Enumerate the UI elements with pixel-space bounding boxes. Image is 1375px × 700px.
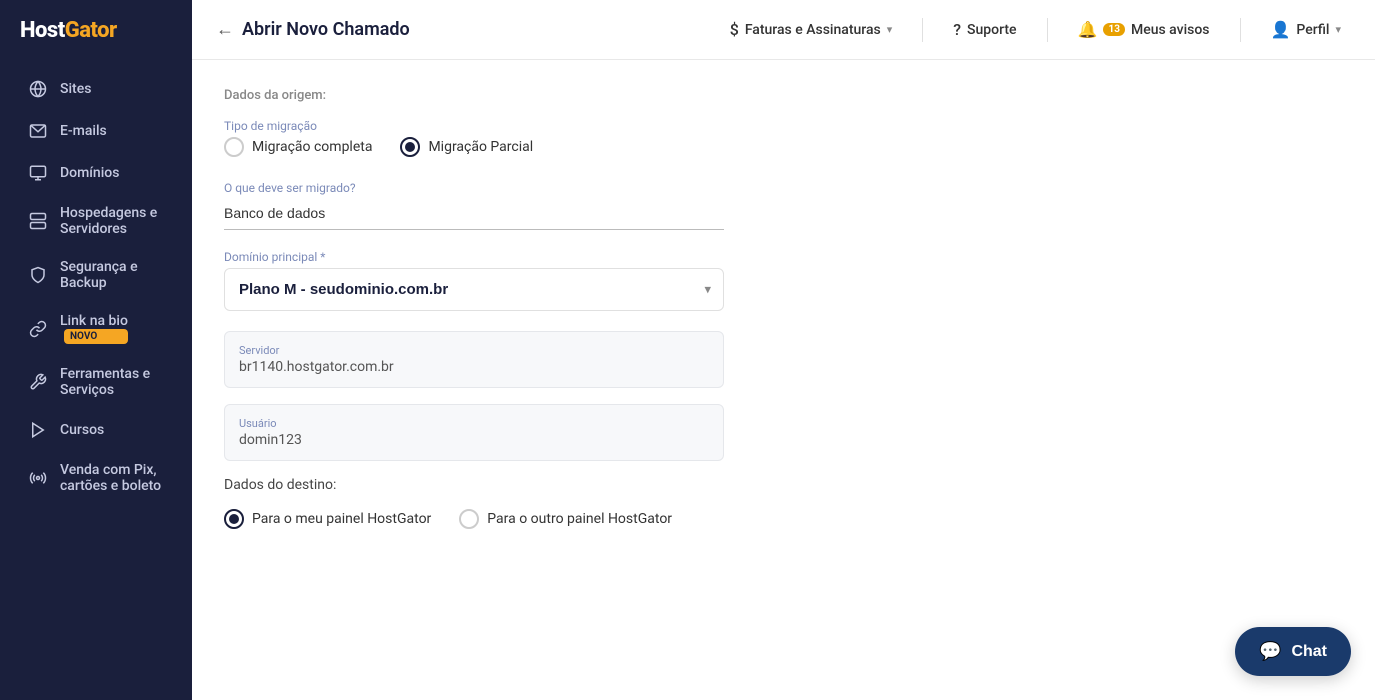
radio-outro-painel-outer <box>459 509 479 529</box>
radio-meu-painel[interactable]: Para o meu painel HostGator <box>224 509 431 529</box>
back-button[interactable]: ← Abrir Novo Chamado <box>216 19 410 40</box>
section-destino-title: Dados do destino: <box>224 477 1343 493</box>
radio-meu-painel-outer <box>224 509 244 529</box>
chat-button[interactable]: 💬 Chat <box>1235 627 1351 676</box>
sidebar-item-label2: Serviços <box>60 382 150 398</box>
sidebar-item-label: Hospedagens e <box>60 205 157 221</box>
faturas-chevron-icon: ▾ <box>887 23 893 36</box>
radio-meu-painel-inner <box>229 514 239 524</box>
radio-parcial-label: Migração Parcial <box>428 139 533 155</box>
tipo-migracao-label: Tipo de migração <box>224 119 1343 133</box>
logo: HostGator <box>0 0 192 61</box>
tipo-migracao-radio-group: Migração completa Migração Parcial <box>224 137 1343 157</box>
sidebar-item-label2: Servidores <box>60 221 157 237</box>
bell-icon: 🔔 <box>1078 20 1098 39</box>
faturas-icon: $ <box>730 20 739 39</box>
avisos-label: Meus avisos <box>1131 22 1210 38</box>
servidor-label: Servidor <box>239 344 709 357</box>
security-icon <box>28 265 48 285</box>
dominio-select-wrapper: Plano M - seudominio.com.br ▾ <box>224 268 724 311</box>
radio-completa-outer <box>224 137 244 157</box>
sidebar-item-label: Cursos <box>60 422 104 438</box>
o-que-migrar-group: O que deve ser migrado? <box>224 181 724 230</box>
sidebar-item-sites[interactable]: Sites <box>8 69 184 109</box>
usuario-label: Usuário <box>239 417 709 430</box>
radio-parcial-outer <box>400 137 420 157</box>
suporte-icon: ? <box>953 20 961 39</box>
sidebar: HostGator Sites E-mails Domínios <box>0 0 192 700</box>
usuario-value: domin123 <box>239 432 709 448</box>
radio-parcial-inner <box>405 142 415 152</box>
sidebar-nav: Sites E-mails Domínios Hospedagens e Ser… <box>0 61 192 512</box>
perfil-chevron-icon: ▾ <box>1335 23 1341 36</box>
sidebar-item-label: Link na bio <box>60 313 128 329</box>
courses-icon <box>28 420 48 440</box>
topbar-divider3 <box>1240 18 1241 42</box>
usuario-field: Usuário domin123 <box>224 404 724 461</box>
avisos-count: 13 <box>1103 23 1124 36</box>
back-arrow-icon: ← <box>216 19 234 40</box>
servidor-value: br1140.hostgator.com.br <box>239 359 709 375</box>
server-icon <box>28 211 48 231</box>
sidebar-item-label2: cartões e boleto <box>60 478 161 494</box>
o-que-migrar-input[interactable] <box>224 197 724 230</box>
sidebar-item-emails[interactable]: E-mails <box>8 111 184 151</box>
domain-icon <box>28 163 48 183</box>
o-que-migrar-label: O que deve ser migrado? <box>224 181 724 195</box>
sidebar-item-seguranca[interactable]: Segurança e Backup <box>8 249 184 301</box>
suporte-label: Suporte <box>967 22 1017 38</box>
perfil-label: Perfil <box>1296 22 1329 38</box>
sidebar-item-link-bio[interactable]: Link na bio NOVO <box>8 303 184 354</box>
section-origem-title: Dados da origem: <box>224 88 1343 103</box>
servidor-field: Servidor br1140.hostgator.com.br <box>224 331 724 388</box>
sidebar-item-cursos[interactable]: Cursos <box>8 410 184 450</box>
faturas-label: Faturas e Assinaturas <box>745 22 881 38</box>
dominio-group: Domínio principal * Plano M - seudominio… <box>224 250 1343 311</box>
radio-outro-painel[interactable]: Para o outro painel HostGator <box>459 509 672 529</box>
radio-completa-label: Migração completa <box>252 139 372 155</box>
user-icon: 👤 <box>1271 20 1291 39</box>
sidebar-item-ferramentas[interactable]: Ferramentas e Serviços <box>8 356 184 408</box>
sidebar-item-label: Ferramentas e <box>60 366 150 382</box>
sidebar-item-label: Segurança e <box>60 259 138 275</box>
topbar: ← Abrir Novo Chamado $ Faturas e Assinat… <box>192 0 1375 60</box>
sidebar-item-dominios[interactable]: Domínios <box>8 153 184 193</box>
tipo-migracao-group: Tipo de migração Migração completa Migra… <box>224 119 1343 157</box>
page-title: Abrir Novo Chamado <box>242 19 410 40</box>
radio-completa[interactable]: Migração completa <box>224 137 372 157</box>
sidebar-item-label: Domínios <box>60 165 119 181</box>
destino-radio-group: Para o meu painel HostGator Para o outro… <box>224 509 1343 529</box>
topbar-divider2 <box>1047 18 1048 42</box>
avisos-button[interactable]: 🔔 13 Meus avisos <box>1068 14 1220 45</box>
radio-meu-painel-label: Para o meu painel HostGator <box>252 511 431 527</box>
suporte-button[interactable]: ? Suporte <box>943 14 1026 45</box>
email-icon <box>28 121 48 141</box>
sidebar-item-label2: Backup <box>60 275 138 291</box>
faturas-menu[interactable]: $ Faturas e Assinaturas ▾ <box>720 14 903 45</box>
novo-badge: NOVO <box>64 329 128 344</box>
sidebar-item-venda-pix[interactable]: Venda com Pix, cartões e boleto <box>8 452 184 504</box>
perfil-menu[interactable]: 👤 Perfil ▾ <box>1261 14 1352 45</box>
globe-icon <box>28 79 48 99</box>
radio-outro-painel-label: Para o outro painel HostGator <box>487 511 672 527</box>
radio-parcial[interactable]: Migração Parcial <box>400 137 533 157</box>
topbar-divider <box>922 18 923 42</box>
chat-label: Chat <box>1291 643 1327 661</box>
link-icon <box>28 319 48 339</box>
dominio-select[interactable]: Plano M - seudominio.com.br <box>225 269 723 310</box>
dominio-label: Domínio principal * <box>224 250 1343 264</box>
main: ← Abrir Novo Chamado $ Faturas e Assinat… <box>192 0 1375 700</box>
chat-icon: 💬 <box>1259 641 1281 662</box>
form-content: Dados da origem: Tipo de migração Migraç… <box>192 60 1375 700</box>
sidebar-item-label: Venda com Pix, <box>60 462 161 478</box>
sidebar-item-hospedagens[interactable]: Hospedagens e Servidores <box>8 195 184 247</box>
sidebar-item-label: E-mails <box>60 123 107 139</box>
sidebar-item-label: Sites <box>60 81 91 97</box>
tools-icon <box>28 372 48 392</box>
pix-icon <box>28 468 48 488</box>
